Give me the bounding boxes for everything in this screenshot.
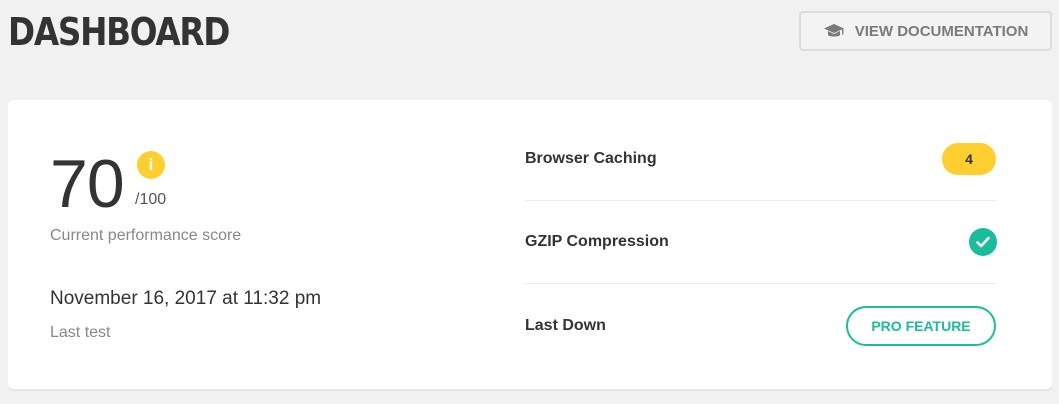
view-documentation-button[interactable]: VIEW DOCUMENTATION <box>799 11 1052 51</box>
issue-count-badge: 4 <box>942 143 996 175</box>
check-row-browser-caching: Browser Caching 4 <box>525 118 996 201</box>
checks-list: Browser Caching 4 GZIP Compression Last … <box>525 118 997 367</box>
page-title: DASHBOARD <box>8 10 230 54</box>
score-label: Current performance score <box>50 227 242 244</box>
check-row-gzip-compression: GZIP Compression <box>525 201 997 284</box>
performance-summary-card: 70 i /100 Current performance score Nove… <box>8 100 1052 389</box>
score-max: /100 <box>135 191 167 208</box>
dashboard-page: DASHBOARD VIEW DOCUMENTATION 70 i /100 C… <box>0 0 1059 404</box>
check-row-last-down: Last Down PRO FEATURE <box>525 284 996 367</box>
info-icon[interactable]: i <box>137 151 165 179</box>
performance-score: 70 <box>50 146 125 222</box>
check-label: Browser Caching <box>525 150 657 167</box>
pro-feature-button[interactable]: PRO FEATURE <box>846 305 996 346</box>
check-label: GZIP Compression <box>525 233 669 250</box>
last-test-label: Last test <box>50 324 111 341</box>
check-circle-icon <box>969 228 997 256</box>
graduation-cap-icon <box>823 23 845 39</box>
last-test-date: November 16, 2017 at 11:32 pm <box>50 288 322 309</box>
view-documentation-label: VIEW DOCUMENTATION <box>854 22 1029 40</box>
check-label: Last Down <box>525 316 606 334</box>
